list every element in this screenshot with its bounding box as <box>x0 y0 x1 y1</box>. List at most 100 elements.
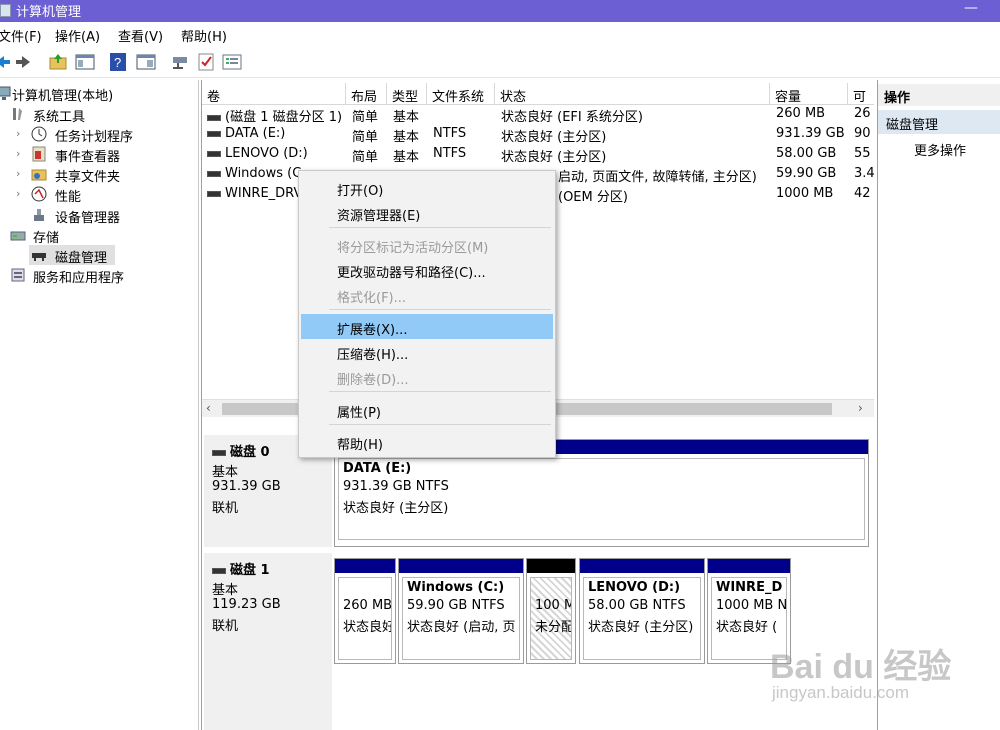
column-header-filesystem[interactable]: 文件系统 <box>427 83 495 105</box>
chevron-right-icon[interactable]: › <box>16 147 20 160</box>
tree-item-shared-folders[interactable]: › 共享文件夹 <box>0 164 199 185</box>
volume-icon <box>207 170 221 177</box>
chevron-right-icon[interactable]: › <box>16 187 20 200</box>
menu-item-label: 帮助(H) <box>337 438 383 453</box>
table-row[interactable]: DATA (E:) 简单 基本 NTFS 状态良好 (主分区) 931.39 G… <box>202 125 874 145</box>
partition-bar <box>580 559 704 573</box>
column-header-volume[interactable]: 卷 <box>202 83 346 105</box>
column-header-status[interactable]: 状态 <box>495 83 770 105</box>
tree-item-performance[interactable]: › 性能 <box>0 184 199 205</box>
chevron-right-icon[interactable]: › <box>16 167 20 180</box>
window-control-icon[interactable]: — <box>964 0 978 16</box>
menu-help[interactable]: 帮助(H) <box>181 26 227 45</box>
up-folder-icon[interactable] <box>48 52 68 72</box>
menu-separator <box>329 227 551 228</box>
volume-icon <box>207 114 221 121</box>
tree-label: 性能 <box>55 190 82 205</box>
tree-item-root[interactable]: 计算机管理(本地) <box>0 83 199 104</box>
partition-size: 1000 MB N <box>716 598 787 613</box>
cell-volume: DATA (E:) <box>225 126 286 141</box>
shared-folder-icon <box>31 169 47 181</box>
partition-status: 状态良好 (启动, 页 <box>407 620 516 635</box>
action-pane-icon[interactable] <box>136 52 156 72</box>
menu-item-open[interactable]: 打开(O) <box>301 175 553 200</box>
partition-body: 100 M 未分配 <box>530 577 572 660</box>
tree-item-services-apps[interactable]: 服务和应用程序 <box>0 265 199 286</box>
column-header-layout[interactable]: 布局 <box>346 83 387 105</box>
more-actions-link[interactable]: 更多操作 <box>914 140 966 159</box>
scroll-right-icon[interactable]: › <box>858 401 863 415</box>
cell-volume: WINRE_DRV <box>225 186 302 201</box>
partition-size: 931.39 GB NTFS <box>343 479 449 494</box>
menu-item-label: 压缩卷(H)... <box>337 348 409 363</box>
back-icon[interactable] <box>0 52 12 72</box>
tree-label: 事件查看器 <box>55 150 121 165</box>
cell-layout: 简单 <box>352 110 379 125</box>
tree-item-disk-management[interactable]: 磁盘管理 <box>29 245 115 266</box>
disk-size: 931.39 GB <box>212 479 281 494</box>
context-menu: 打开(O) 资源管理器(E) 将分区标记为活动分区(M) 更改驱动器号和路径(C… <box>298 170 556 458</box>
menu-item-label: 属性(P) <box>337 406 381 421</box>
tree-item-system-tools[interactable]: 系统工具 <box>0 104 199 125</box>
tree-label: 系统工具 <box>33 110 86 125</box>
menu-item-shrink-volume[interactable]: 压缩卷(H)... <box>301 339 553 364</box>
show-hide-tree-icon[interactable] <box>75 52 95 72</box>
disk-1-info[interactable]: 磁盘 1 基本 119.23 GB 联机 <box>204 553 332 730</box>
partition-bar <box>335 559 395 573</box>
tree-item-device-manager[interactable]: 设备管理器 <box>0 205 199 226</box>
tree-item-storage[interactable]: 存储 <box>0 225 199 246</box>
menu-item-explorer[interactable]: 资源管理器(E) <box>301 200 553 225</box>
menu-item-format: 格式化(F)... <box>301 282 553 307</box>
partition-size: 58.00 GB NTFS <box>588 598 686 613</box>
cell-status: 状态良好 (EFI 系统分区) <box>501 110 643 125</box>
menu-item-label: 更改驱动器号和路径(C)... <box>337 266 486 281</box>
partition-windows-c[interactable]: Windows (C:) 59.90 GB NTFS 状态良好 (启动, 页 <box>398 558 524 664</box>
tree-label: 服务和应用程序 <box>33 271 125 286</box>
menu-item-extend-volume[interactable]: 扩展卷(X)... <box>301 314 553 339</box>
partition-efi[interactable]: 260 MB 状态良好 <box>334 558 396 664</box>
check-icon[interactable] <box>196 52 216 72</box>
title-bar: 计算机管理 — <box>0 0 1000 22</box>
scroll-left-icon[interactable]: ‹ <box>206 401 211 415</box>
disk-management-icon <box>32 253 46 261</box>
table-row[interactable]: (磁盘 1 磁盘分区 1) 简单 基本 状态良好 (EFI 系统分区) 260 … <box>202 105 874 125</box>
table-row[interactable]: LENOVO (D:) 简单 基本 NTFS 状态良好 (主分区) 58.00 … <box>202 145 874 165</box>
tree-label: 设备管理器 <box>55 211 121 226</box>
menu-action[interactable]: 操作(A) <box>55 26 100 45</box>
tree-item-event-viewer[interactable]: › 事件查看器 <box>0 144 199 165</box>
cell-free: 55 <box>854 146 871 161</box>
menu-item-properties[interactable]: 属性(P) <box>301 397 553 422</box>
menu-item-label: 扩展卷(X)... <box>337 323 408 338</box>
chevron-right-icon[interactable]: › <box>16 127 20 140</box>
menu-file[interactable]: 文件(F) <box>0 26 42 45</box>
partition-unallocated[interactable]: 100 M 未分配 <box>526 558 576 664</box>
partition-lenovo-d[interactable]: LENOVO (D:) 58.00 GB NTFS 状态良好 (主分区) <box>579 558 705 664</box>
actions-disk-management[interactable]: 磁盘管理 <box>878 110 1000 134</box>
forward-icon[interactable] <box>14 52 34 72</box>
tree-label: 共享文件夹 <box>55 170 121 185</box>
disk-size: 119.23 GB <box>212 597 281 612</box>
menu-view[interactable]: 查看(V) <box>118 26 163 45</box>
tree-item-task-scheduler[interactable]: › 任务计划程序 <box>0 124 199 145</box>
clock-icon <box>31 126 47 142</box>
disk-name: 磁盘 1 <box>230 563 270 578</box>
column-header-capacity[interactable]: 容量 <box>770 83 848 105</box>
menu-item-label: 删除卷(D)... <box>337 373 409 388</box>
connect-icon[interactable] <box>170 52 190 72</box>
partition-size: 59.90 GB NTFS <box>407 598 505 613</box>
partition-bar <box>708 559 790 573</box>
column-header-type[interactable]: 类型 <box>387 83 427 105</box>
app-icon <box>0 4 11 17</box>
storage-icon <box>10 231 26 241</box>
help-icon[interactable]: ? <box>108 52 128 72</box>
cell-type: 基本 <box>393 150 420 165</box>
cell-type: 基本 <box>393 130 420 145</box>
column-header-free[interactable]: 可 <box>848 83 874 105</box>
menu-item-help[interactable]: 帮助(H) <box>301 429 553 454</box>
cell-free: 26 <box>854 106 871 121</box>
performance-icon <box>31 186 47 202</box>
event-log-icon <box>32 146 46 162</box>
menu-item-change-drive-letter[interactable]: 更改驱动器号和路径(C)... <box>301 257 553 282</box>
menu-item-label: 资源管理器(E) <box>337 209 421 224</box>
list-properties-icon[interactable] <box>222 52 242 72</box>
